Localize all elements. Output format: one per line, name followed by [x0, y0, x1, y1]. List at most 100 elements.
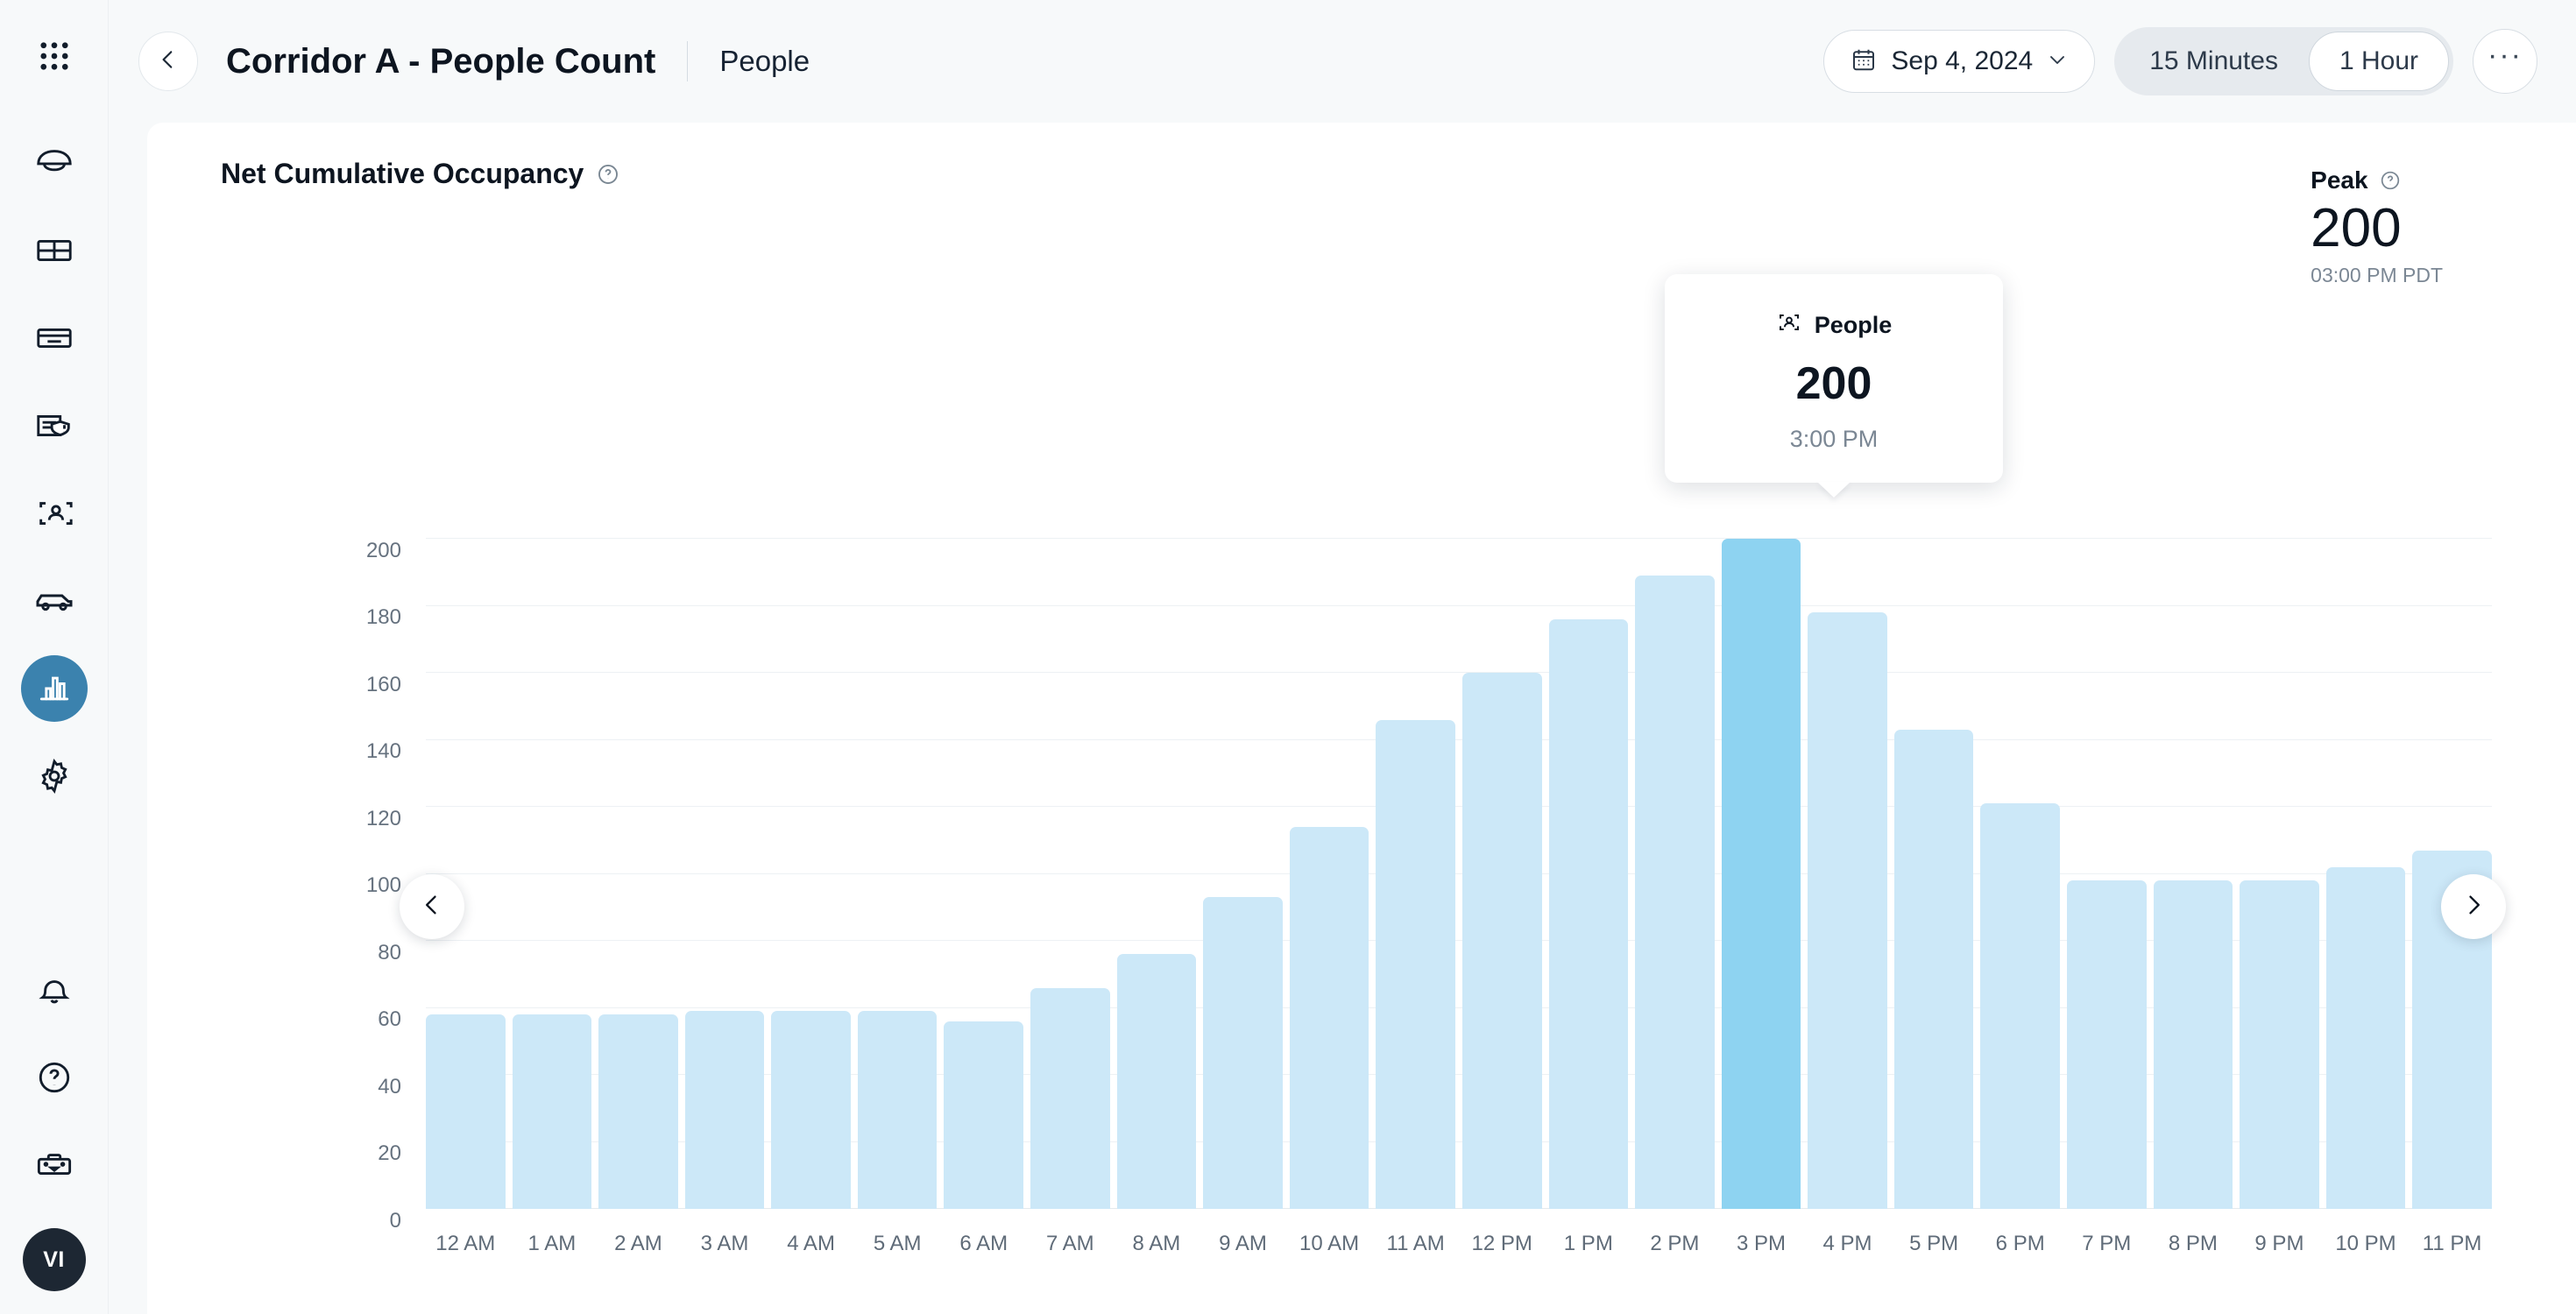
- apps-grid-icon: [36, 38, 73, 74]
- x-axis-tick-label: 5 PM: [1909, 1232, 1959, 1255]
- bar-column[interactable]: 2 AM: [598, 539, 678, 1255]
- layout-grid-icon: [34, 230, 74, 271]
- bar[interactable]: [1635, 576, 1715, 1209]
- bar-column[interactable]: 5 AM: [857, 539, 938, 1255]
- avatar[interactable]: VI: [22, 1228, 86, 1291]
- bar[interactable]: [1116, 954, 1197, 1209]
- bar[interactable]: [1289, 826, 1369, 1209]
- chart-title-help-icon[interactable]: [596, 162, 620, 187]
- bar-column[interactable]: 8 AM: [1116, 539, 1197, 1255]
- bar-column[interactable]: 10 AM: [1289, 539, 1369, 1255]
- bar-column[interactable]: 5 PM: [1893, 539, 1974, 1255]
- bar-column[interactable]: 10 PM: [2325, 539, 2406, 1255]
- back-button[interactable]: [138, 32, 198, 91]
- bar[interactable]: [1461, 673, 1542, 1209]
- alerts-document-icon: [34, 406, 74, 446]
- bar-column[interactable]: 9 AM: [1203, 539, 1283, 1255]
- app-root: VI Corridor A - People Count People Sep …: [0, 0, 2576, 1314]
- main-region: Corridor A - People Count People Sep 4, …: [109, 0, 2576, 1314]
- bar[interactable]: [1808, 612, 1887, 1209]
- y-axis-tick-label: 0: [389, 1208, 401, 1233]
- bar[interactable]: [426, 1014, 506, 1209]
- x-axis-tick-label: 3 PM: [1736, 1232, 1786, 1255]
- y-axis-tick-label: 100: [365, 872, 401, 897]
- chart-next-button[interactable]: [2441, 874, 2506, 939]
- sidebar-item-settings[interactable]: [21, 743, 88, 809]
- x-axis-tick-label: 4 AM: [787, 1232, 835, 1255]
- bar[interactable]: [598, 1014, 678, 1209]
- bar[interactable]: [1030, 987, 1110, 1209]
- sidebar-item-views[interactable]: [21, 217, 88, 284]
- bar[interactable]: [771, 1011, 851, 1209]
- sidebar-item-alerts[interactable]: [21, 392, 88, 459]
- bar[interactable]: [857, 1011, 938, 1209]
- bar-column[interactable]: 3 AM: [684, 539, 765, 1255]
- sidebar-item-notifications[interactable]: [21, 957, 88, 1023]
- bar-column[interactable]: 4 AM: [771, 539, 851, 1255]
- bar-column[interactable]: 6 PM: [1980, 539, 2060, 1255]
- chevron-down-icon: [2047, 49, 2068, 74]
- x-axis-tick-label: 12 AM: [435, 1232, 496, 1255]
- help-question-icon: [34, 1057, 74, 1098]
- bar[interactable]: [1721, 539, 1801, 1209]
- bar[interactable]: [1548, 618, 1629, 1209]
- calendar-icon: [1851, 46, 1877, 77]
- bar[interactable]: [1203, 897, 1283, 1209]
- bar-column[interactable]: 9 PM: [2240, 539, 2319, 1255]
- x-axis-tick-label: 1 PM: [1563, 1232, 1613, 1255]
- peak-label: Peak: [2311, 166, 2368, 194]
- bar-column[interactable]: 3 PM: [1721, 539, 1801, 1255]
- sidebar-item-apps[interactable]: [21, 23, 88, 89]
- x-axis-tick-label: 1 AM: [527, 1232, 577, 1255]
- sidebar-item-toolbox[interactable]: [21, 1132, 88, 1198]
- bar[interactable]: [2240, 880, 2319, 1209]
- interval-toggle-group: 15 Minutes 1 Hour: [2114, 27, 2453, 95]
- bar[interactable]: [684, 1011, 765, 1209]
- y-axis-tick-label: 180: [365, 604, 401, 629]
- peak-panel: Peak 200 03:00 PM PDT: [2311, 158, 2527, 287]
- bar-column[interactable]: 11 PM: [2412, 539, 2492, 1255]
- sidebar-item-cameras[interactable]: [21, 130, 88, 196]
- bar[interactable]: [2066, 880, 2147, 1209]
- tooltip-value: 200: [1795, 358, 1872, 409]
- bar-column[interactable]: 6 AM: [944, 539, 1024, 1255]
- date-picker[interactable]: Sep 4, 2024: [1823, 30, 2096, 93]
- bar-column[interactable]: 1 AM: [512, 539, 592, 1255]
- bar[interactable]: [1980, 803, 2060, 1209]
- toolbox-icon: [34, 1145, 74, 1185]
- more-options-button[interactable]: ···: [2473, 29, 2537, 94]
- bar[interactable]: [512, 1014, 592, 1209]
- sidebar-item-analytics[interactable]: [20, 655, 88, 722]
- date-picker-value: Sep 4, 2024: [1891, 46, 2034, 75]
- x-axis-tick-label: 11 PM: [2422, 1232, 2482, 1255]
- bar[interactable]: [2153, 880, 2233, 1209]
- peak-help-icon[interactable]: [2379, 169, 2402, 192]
- bar-column[interactable]: 1 PM: [1548, 539, 1629, 1255]
- chart-prev-button[interactable]: [400, 874, 464, 939]
- sidebar-item-people[interactable]: [21, 480, 88, 547]
- bar[interactable]: [2325, 866, 2406, 1209]
- y-axis-tick-label: 60: [378, 1007, 401, 1031]
- bar[interactable]: [1376, 719, 1455, 1209]
- bar-column[interactable]: 7 AM: [1030, 539, 1110, 1255]
- interval-option-15-minutes[interactable]: 15 Minutes: [2119, 32, 2309, 91]
- bar-column[interactable]: 12 AM: [426, 539, 506, 1255]
- sidebar-item-help[interactable]: [21, 1044, 88, 1111]
- bar-column[interactable]: 2 PM: [1635, 539, 1715, 1255]
- bar[interactable]: [1893, 730, 1974, 1209]
- sidebar-item-vehicles[interactable]: [21, 568, 88, 634]
- bar-column[interactable]: 12 PM: [1461, 539, 1542, 1255]
- bar-column[interactable]: 11 AM: [1376, 539, 1455, 1255]
- chart-area: 0 20 40 60 80 100 120 140 160 180 200 12 AM 1 AM 2 A…: [147, 499, 2576, 1314]
- interval-option-1-hour[interactable]: 1 Hour: [2308, 32, 2449, 91]
- sidebar: VI: [0, 0, 109, 1314]
- peak-label-group: Peak: [2311, 166, 2443, 194]
- x-axis-tick-label: 8 AM: [1132, 1232, 1181, 1255]
- bar-column[interactable]: 7 PM: [2066, 539, 2147, 1255]
- bar[interactable]: [944, 1021, 1024, 1209]
- sidebar-item-access[interactable]: [21, 305, 88, 371]
- vehicle-detection-icon: [33, 580, 75, 622]
- bar-column[interactable]: 4 PM: [1808, 539, 1887, 1255]
- bar-column[interactable]: 8 PM: [2153, 539, 2233, 1255]
- title-divider: [687, 41, 689, 81]
